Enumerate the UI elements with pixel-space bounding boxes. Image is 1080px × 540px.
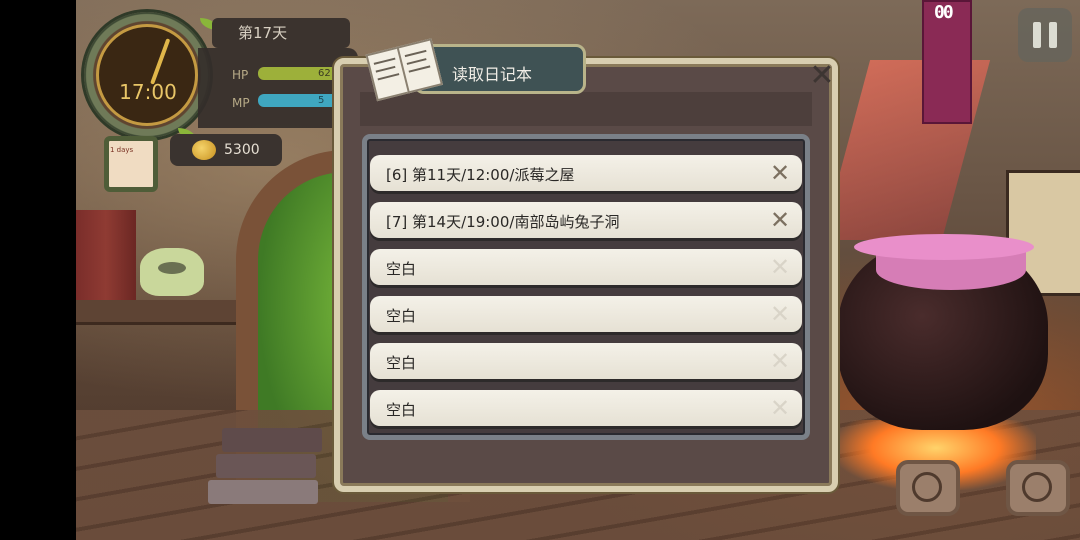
delete-x-icon: ✕ — [769, 253, 791, 281]
save-slot[interactable]: 空白 ✕ — [370, 296, 802, 332]
spiral-stone — [896, 460, 960, 516]
delete-x-icon: ✕ — [769, 300, 791, 328]
spiral-stone — [1006, 460, 1070, 516]
save-slot-label: [6] 第11天/12:00/派莓之屋 — [386, 166, 575, 184]
coin-icon — [192, 140, 216, 160]
save-slot[interactable]: 空白 ✕ — [370, 249, 802, 285]
save-slot[interactable]: 空白 ✕ — [370, 343, 802, 379]
hp-value: 62 — [318, 68, 331, 79]
save-slot[interactable]: 空白 ✕ — [370, 390, 802, 426]
dialog-header-strip — [360, 92, 812, 126]
save-slot-label: 空白 — [386, 260, 417, 278]
delete-x-icon[interactable]: ✕ — [766, 159, 794, 187]
pause-icon — [1049, 22, 1057, 48]
delete-x-icon: ✕ — [769, 394, 791, 422]
pause-icon — [1033, 22, 1041, 48]
delete-x-icon[interactable]: ✕ — [766, 206, 794, 234]
pause-button[interactable] — [1018, 8, 1072, 62]
gold-amount: 5300 — [224, 142, 260, 158]
clock-face — [96, 24, 198, 126]
save-slot-label: 空白 — [386, 307, 417, 325]
clock-time: 17:00 — [119, 80, 177, 104]
mp-label: MP — [232, 96, 250, 110]
quest-note-button[interactable] — [104, 136, 158, 192]
book-stack — [208, 428, 322, 506]
quest-note-text: 1 days — [110, 146, 134, 154]
close-icon[interactable]: ✕ — [802, 58, 842, 94]
save-slot-label: 空白 — [386, 401, 417, 419]
dialog-title: 读取日记本 — [452, 65, 533, 84]
save-slot-label: [7] 第14天/19:00/南部岛屿兔子洞 — [386, 213, 620, 231]
save-slot[interactable]: [7] 第14天/19:00/南部岛屿兔子洞 ✕ — [370, 202, 802, 238]
bookshelf-books — [76, 210, 136, 300]
day-counter: 第17天 — [238, 24, 288, 42]
cauldron-rim — [854, 234, 1034, 260]
mp-value: 5 — [318, 95, 325, 106]
delete-x-icon: ✕ — [769, 347, 791, 375]
hanging-sign-text: 00 — [934, 2, 954, 23]
save-slot[interactable]: [6] 第11天/12:00/派莓之屋 ✕ — [370, 155, 802, 191]
hp-label: HP — [232, 68, 249, 82]
slime-candle — [140, 248, 204, 296]
save-slot-label: 空白 — [386, 354, 417, 372]
